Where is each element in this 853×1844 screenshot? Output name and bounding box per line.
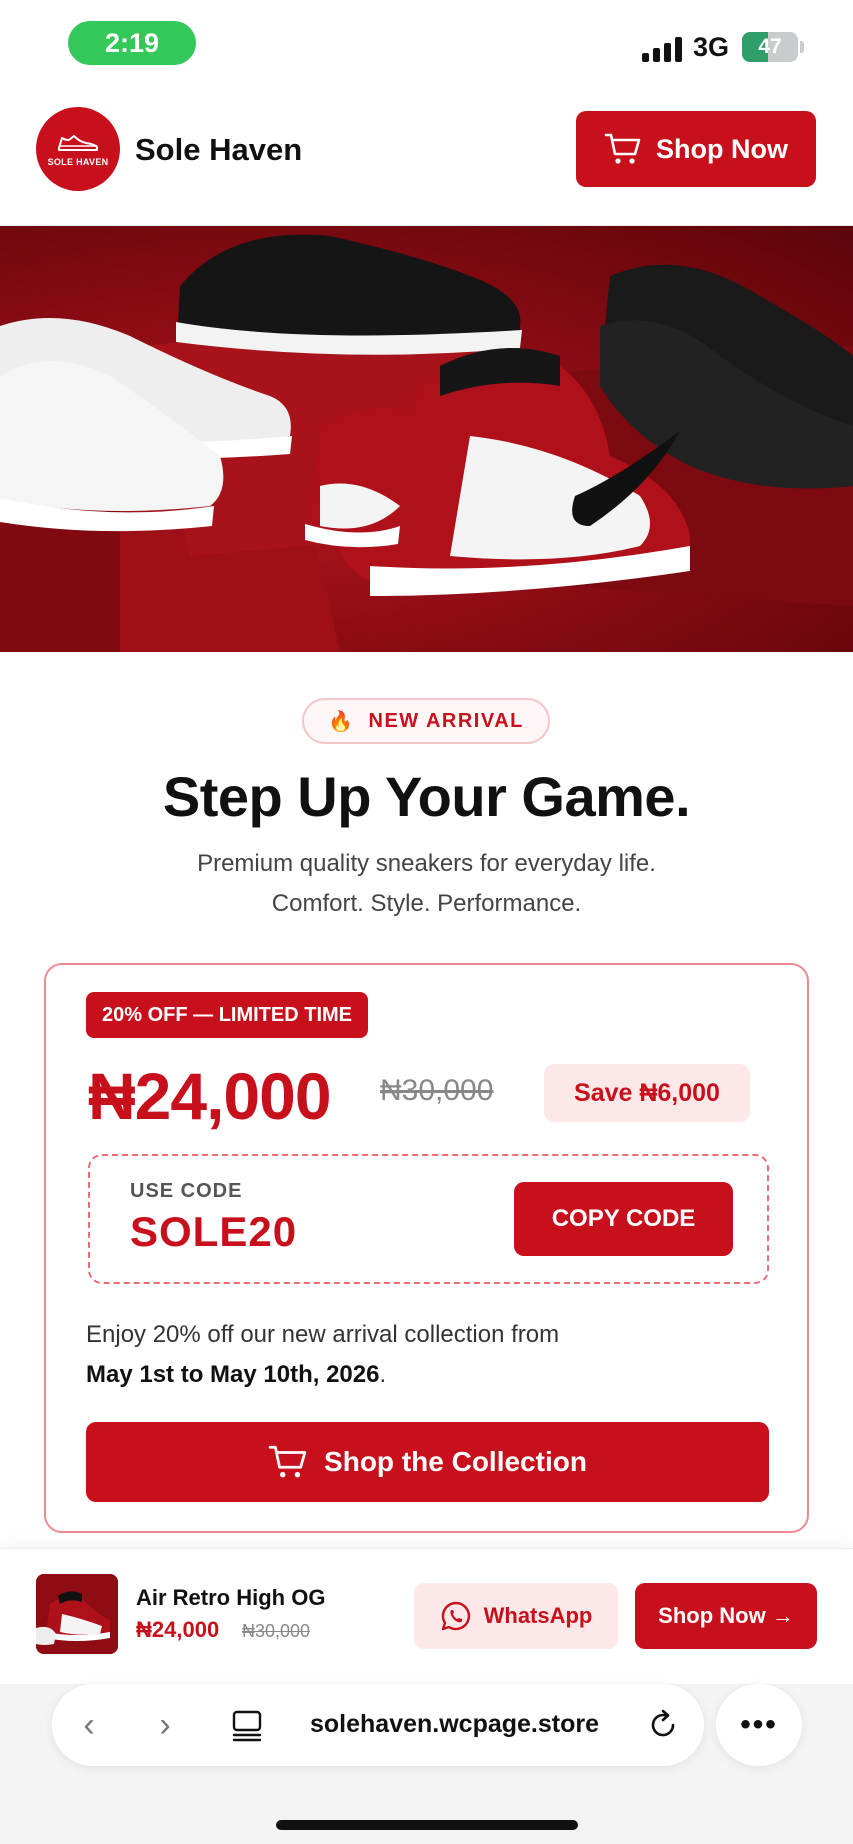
offer-card: 20% OFF — LIMITED TIME ₦24,000 ₦30,000 S… [44,963,809,1533]
subheadline-line-2: Comfort. Style. Performance. [271,890,582,917]
flame-icon: 🔥 [328,710,355,733]
whatsapp-button[interactable]: WhatsApp [414,1583,618,1649]
logo-text: SOLE HAVEN [47,156,109,167]
brand-name[interactable]: Sole Haven [135,132,302,168]
site-header: SOLE HAVEN Sole Haven Shop Now [0,90,853,226]
use-code-label: USE CODE [130,1180,243,1202]
sneakers-illustration [0,234,853,652]
back-icon[interactable]: ‹ [70,1706,108,1744]
browser-toolbar: ‹ › solehaven.wcpage.store ••• [0,1684,853,1844]
product-image [36,1574,118,1654]
header-shop-now-button[interactable]: Shop Now [576,111,816,187]
product-old-price: ₦30,000 [242,1621,311,1641]
promo-code: SOLE20 [130,1208,298,1255]
offer-description: Enjoy 20% off our new arrival collection… [86,1321,560,1348]
forward-icon[interactable]: › [146,1706,184,1744]
battery-level: 47 [758,35,782,58]
offer-dates: May 1st to May 10th, 2026. [86,1361,386,1389]
brand-logo[interactable]: SOLE HAVEN [36,107,120,191]
sale-price: ₦24,000 [88,1059,332,1133]
whatsapp-label: WhatsApp [483,1603,593,1628]
discount-chip: 20% OFF — LIMITED TIME [86,992,369,1038]
whatsapp-icon [441,1601,470,1631]
offer-date-range: May 1st to May 10th, 2026 [86,1361,380,1388]
sticky-product-bar: Air Retro High OG ₦24,000 ₦30,000 WhatsA… [0,1548,853,1684]
original-price: ₦30,000 [380,1074,494,1107]
signal-icon [642,36,684,62]
product-name: Air Retro High OG [136,1585,326,1610]
status-time: 2:19 [68,21,196,65]
cart-icon [268,1445,307,1478]
subheadline-line-1: Premium quality sneakers for everyday li… [197,850,656,877]
more-icon[interactable]: ••• [716,1684,802,1766]
offer-date-end: . [379,1361,387,1388]
shoe-icon [58,134,98,151]
header-shop-now-label: Shop Now [656,133,788,164]
hero-image [0,226,853,652]
savings-badge: Save ₦6,000 [544,1064,750,1122]
reload-icon[interactable] [646,1708,680,1742]
sticky-shop-now-button[interactable]: Shop Now → [635,1583,817,1649]
new-arrival-badge: 🔥 NEW ARRIVAL [302,698,550,744]
promo-code-box: USE CODE SOLE20 COPY CODE [88,1154,769,1284]
new-arrival-label: NEW ARRIVAL [368,709,524,732]
shop-collection-button[interactable]: Shop the Collection [86,1422,769,1502]
product-thumbnail[interactable] [36,1574,118,1654]
network-type: 3G [693,32,730,62]
battery-icon: 47 [742,32,798,62]
battery-tip [800,41,804,53]
shop-collection-label: Shop the Collection [324,1446,587,1477]
home-indicator [276,1820,578,1830]
cart-icon [604,133,641,164]
url-text[interactable]: solehaven.wcpage.store [310,1710,599,1739]
product-price: ₦24,000 [136,1617,220,1642]
copy-code-button[interactable]: COPY CODE [514,1182,733,1256]
status-bar: 2:19 3G 47 [0,0,853,90]
page-headline: Step Up Your Game. [162,765,691,828]
tabs-icon[interactable] [230,1708,264,1742]
address-bar[interactable]: ‹ › solehaven.wcpage.store [52,1684,704,1766]
